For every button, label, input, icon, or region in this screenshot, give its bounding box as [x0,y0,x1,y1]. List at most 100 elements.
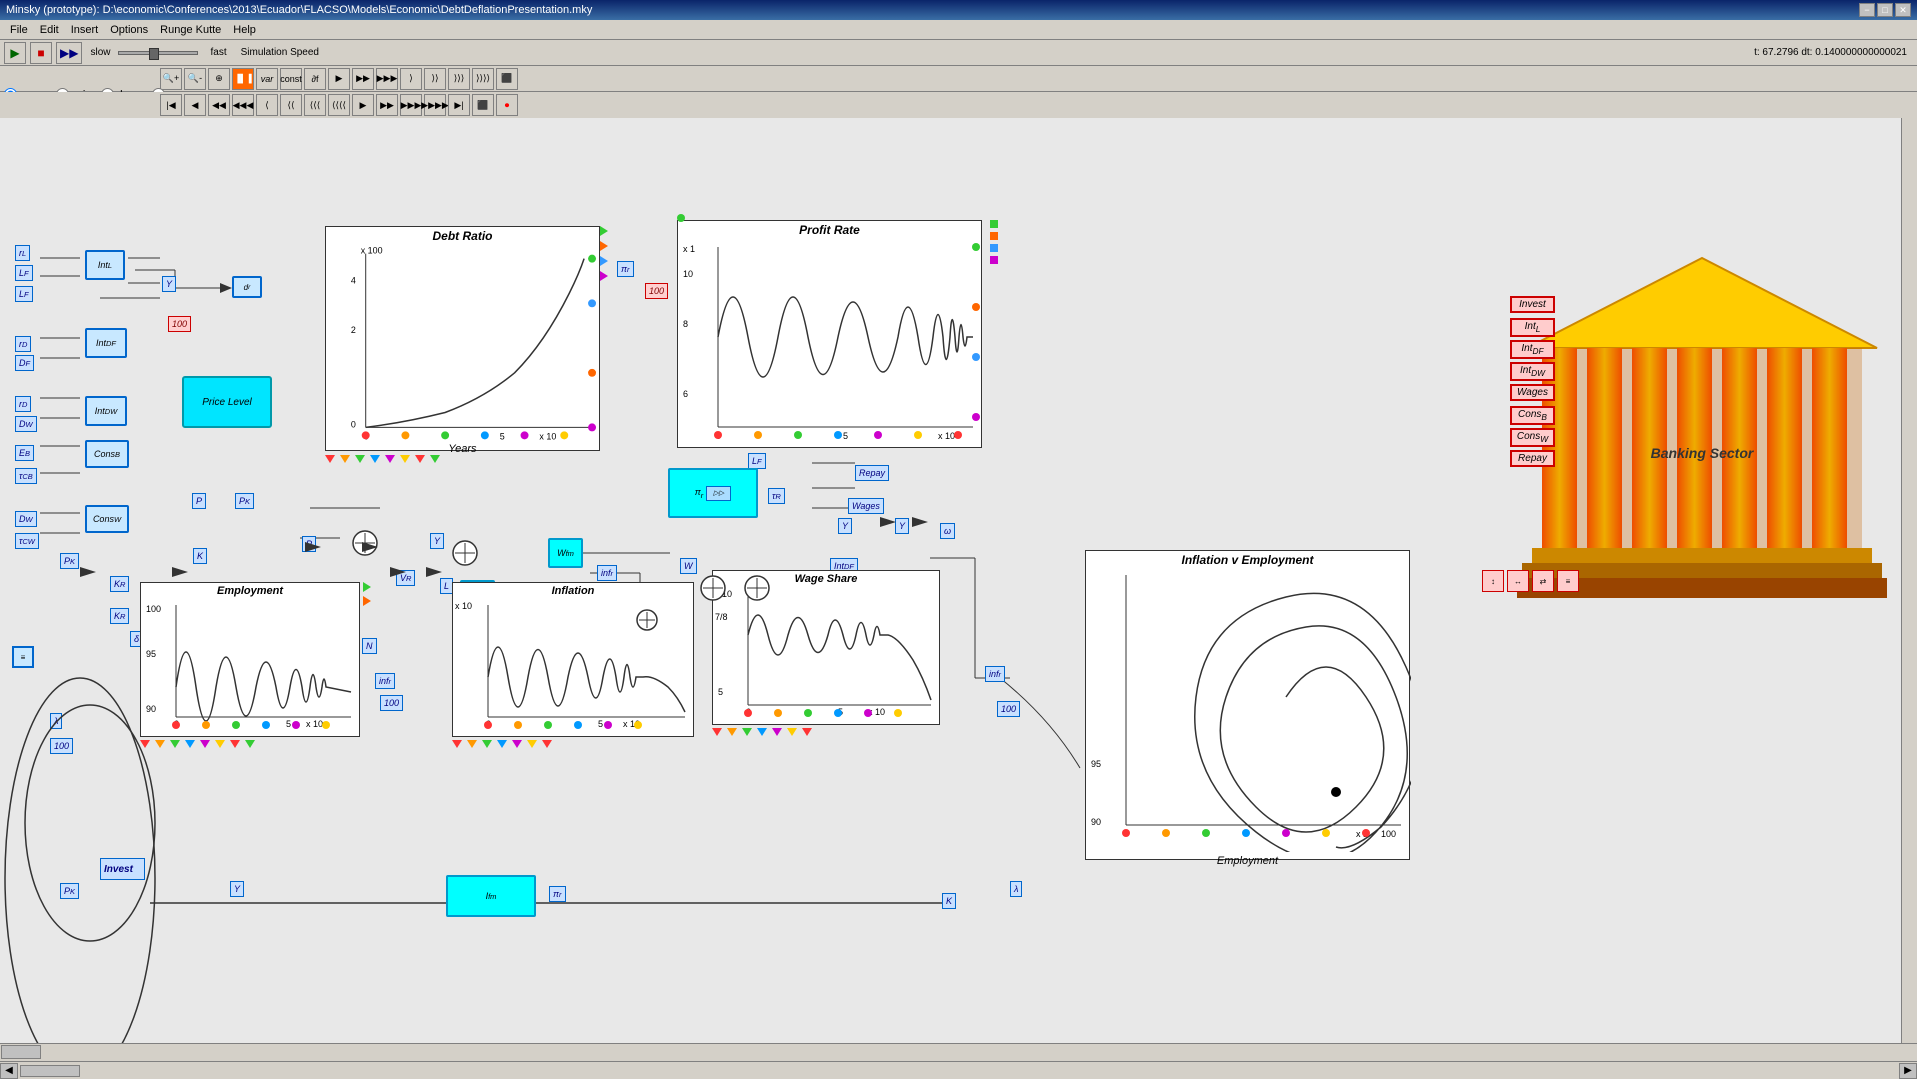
menu-insert[interactable]: Insert [65,22,105,38]
menu-help[interactable]: Help [227,22,262,38]
vertical-scrollbar[interactable] [1901,118,1917,1059]
maximize-button[interactable]: □ [1877,3,1893,17]
menu-file[interactable]: File [4,22,34,38]
svg-text:8: 8 [683,319,688,329]
block-dT[interactable]: dr [232,276,262,298]
scroll-thumb[interactable] [20,1065,80,1077]
window-title: Minsky (prototype): D:\economic\Conferen… [6,4,1859,16]
node-tCB: τCB [15,468,37,484]
arrow-right-5 [305,540,323,554]
close-button[interactable]: ✕ [1895,3,1911,17]
debt-ratio-chart: Debt Ratio 4 2 0 0 5 x 100 x 10 [325,226,600,451]
window-controls[interactable]: − □ ✕ [1859,3,1911,17]
menu-options[interactable]: Options [104,22,154,38]
node-lambda-bottom: λ [1010,881,1022,897]
histogram-button[interactable]: ▐▌▐ [232,68,254,90]
temple-btn-1[interactable]: ↕ [1482,570,1504,592]
node-Wages-2: Wages [848,498,884,514]
time-display: t: 67.2796 dt: 0.140000000000021 [1754,47,1907,58]
step-btn-9[interactable]: ▶ [352,94,374,116]
node-infr-2: infr [375,673,395,689]
param-button[interactable]: ∂f [304,68,326,90]
step-btn-4[interactable]: ◀◀◀ [232,94,254,116]
step-btn-12[interactable]: ▶▶▶▶ [424,94,446,116]
small-block-1[interactable]: ≡ [12,646,34,668]
step-btn-6[interactable]: ⟨⟨ [280,94,302,116]
sim-play1[interactable]: ▶ [328,68,350,90]
step-btn-7[interactable]: ⟨⟨⟨ [304,94,326,116]
svg-text:5: 5 [718,687,723,697]
scroll-right-btn[interactable]: ▶ [1899,1063,1917,1079]
block-consW[interactable]: ConsW [85,505,129,533]
arrow-right-8 [912,515,930,529]
node-Y: Y [162,276,176,292]
node-KR-1: KR [110,576,129,592]
node-DW2: DW [15,511,37,527]
minimize-button[interactable]: − [1859,3,1875,17]
block-intDF[interactable]: IntDF [85,328,127,358]
temple-btn-4[interactable]: ≡ [1557,570,1579,592]
svg-text:x 10: x 10 [539,431,556,441]
sim-play6[interactable]: ⟩⟩⟩ [448,68,470,90]
zoom-fit-button[interactable]: ⊕ [208,68,230,90]
node-omega-2: ω [940,523,955,539]
block-intDW[interactable]: IntDW [85,396,127,426]
temple-btn-2[interactable]: ↔ [1507,570,1529,592]
sim-play3[interactable]: ▶▶▶ [376,68,398,90]
step-btn-5[interactable]: ⟨ [256,94,278,116]
block-Wfm[interactable]: Wfm [548,538,583,568]
label-consW-right: ConsW [1510,428,1555,447]
step-btn-2[interactable]: ◀ [184,94,206,116]
employment-svg: 100 95 90 0 5 x 10 [141,597,361,732]
menu-runge-kutte[interactable]: Runge Kutte [154,22,227,38]
price-level-block[interactable]: Price Level [182,376,272,428]
speed-slider[interactable] [118,51,198,55]
sim-play4[interactable]: ⟩ [400,68,422,90]
menu-edit[interactable]: Edit [34,22,65,38]
sim-play7[interactable]: ⟩⟩⟩⟩ [472,68,494,90]
scroll-track[interactable] [20,1065,1897,1077]
step-btn-1[interactable]: |◀ [160,94,182,116]
node-K: K [193,548,207,564]
block-intL[interactable]: IntL [85,250,125,280]
sim-play5[interactable]: ⟩⟩ [424,68,446,90]
main-canvas[interactable]: rL LF IntL LF dr Y 100 rD IntDF DF rD In… [0,118,1917,1059]
node-PK-2: PK [60,553,79,569]
arrow-right-6 [362,540,380,554]
step-btn-13[interactable]: ▶| [448,94,470,116]
svg-text:95: 95 [146,649,156,659]
block-consB[interactable]: ConsB [85,440,129,468]
label-intDW-right: IntDW [1510,362,1555,381]
scroll-left-btn[interactable]: ◀ [0,1063,18,1079]
sim-play2[interactable]: ▶▶ [352,68,374,90]
const-button[interactable]: const [280,68,302,90]
step-btn-3[interactable]: ◀◀ [208,94,230,116]
inflation-v-employment-chart: Inflation v Employment 90 95 x 1 100 Emp… [1085,550,1410,860]
zoom-in-button[interactable]: 🔍+ [160,68,182,90]
block-piR-tR[interactable]: πr ▷▷ [668,468,758,518]
var-button[interactable]: var [256,68,278,90]
block-Ifm-2[interactable]: Ifm [446,875,536,917]
employment-chart: Employment 100 95 90 0 5 x 10 [140,582,360,737]
sim-play8[interactable]: ⬛ [496,68,518,90]
step-btn-14[interactable]: ⬛ [472,94,494,116]
temple-btn-3[interactable]: ⇄ [1532,570,1554,592]
profit-rate-title: Profit Rate [678,223,981,237]
horizontal-scrollbar[interactable] [0,1043,1917,1059]
step-btn-11[interactable]: ▶▶▶ [400,94,422,116]
node-piT-bottom: πr [549,886,566,902]
step-btn-10[interactable]: ▶▶ [376,94,398,116]
zoom-out-button[interactable]: 🔍- [184,68,206,90]
wageshare-bottom-markers [712,728,812,736]
node-100-infr: 100 [380,695,403,711]
svg-text:10: 10 [683,269,693,279]
step-button[interactable]: ▶▶ [56,42,82,64]
stop-button[interactable]: ■ [30,42,52,64]
play-button[interactable]: ▶ [4,42,26,64]
window-scrollbar[interactable]: ◀ ▶ [0,1061,1917,1079]
infvemp-svg: 90 95 x 1 100 [1086,567,1411,852]
step-btn-8[interactable]: ⟨⟨⟨⟨ [328,94,350,116]
employment-title: Employment [141,585,359,597]
title-bar: Minsky (prototype): D:\economic\Conferen… [0,0,1917,20]
rec-btn[interactable]: ⏺ [496,94,518,116]
